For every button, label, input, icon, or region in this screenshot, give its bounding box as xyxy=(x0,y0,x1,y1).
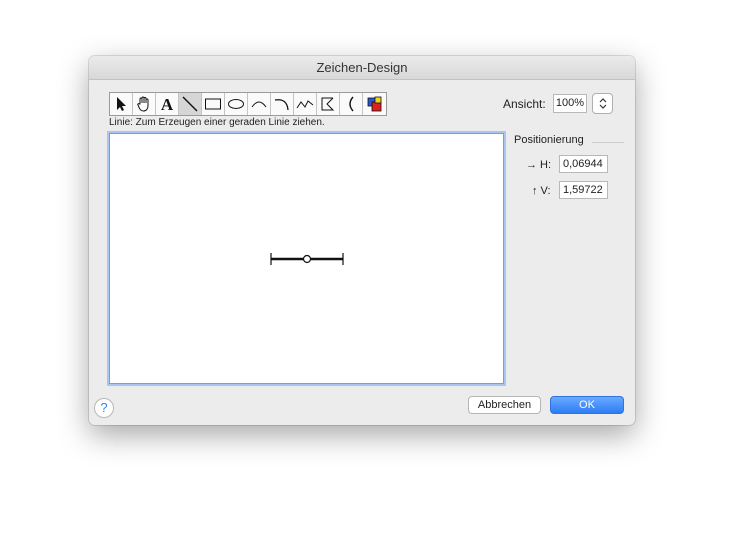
h-label: → H: xyxy=(526,159,552,171)
color-palette-icon xyxy=(367,96,381,112)
freeform-tool-icon xyxy=(296,100,314,109)
text-tool-icon: A xyxy=(161,95,174,113)
ok-button[interactable]: OK xyxy=(550,396,624,414)
tool-arc[interactable] xyxy=(248,93,271,115)
tool-hand[interactable] xyxy=(133,93,156,115)
tool-bracket[interactable] xyxy=(340,93,363,115)
drawing-design-dialog: Zeichen-Design A Linie: Zum Erzeugen ein… xyxy=(89,56,635,425)
help-button[interactable]: ? xyxy=(94,398,114,418)
tool-color[interactable] xyxy=(363,93,386,115)
dialog-title: Zeichen-Design xyxy=(89,56,635,80)
bracket-tool-icon xyxy=(349,96,354,112)
tool-select[interactable] xyxy=(110,93,133,115)
line-tool-icon xyxy=(182,96,198,112)
canvas-drawing xyxy=(270,253,344,265)
drawing-canvas[interactable] xyxy=(109,133,504,384)
rectangle-tool-icon xyxy=(205,98,221,110)
ellipse-tool-icon xyxy=(228,99,244,109)
tool-text[interactable]: A xyxy=(156,93,179,115)
tool-ellipse[interactable] xyxy=(225,93,248,115)
zoom-label: Ansicht: xyxy=(503,97,546,111)
positioning-divider xyxy=(592,142,624,143)
v-label: ↑ V: xyxy=(532,185,551,197)
zoom-field[interactable]: 100% xyxy=(553,94,587,113)
drawing-toolbar: A xyxy=(109,92,387,116)
chevron-up-down-icon xyxy=(599,98,606,109)
tool-curve[interactable] xyxy=(271,93,294,115)
h-position-field[interactable]: 0,06944 xyxy=(559,155,608,173)
svg-text:A: A xyxy=(161,95,174,113)
arrow-select-icon xyxy=(117,97,126,111)
tool-rectangle[interactable] xyxy=(202,93,225,115)
zoom-stepper[interactable] xyxy=(592,93,613,114)
arc-tool-icon xyxy=(251,101,267,108)
tool-hint: Linie: Zum Erzeugen einer geraden Linie … xyxy=(109,117,325,128)
line-midpoint-handle[interactable] xyxy=(302,254,312,264)
tool-line[interactable] xyxy=(179,93,202,115)
curve-tool-icon xyxy=(274,99,289,111)
polygon-tool-icon xyxy=(321,97,335,111)
cancel-button[interactable]: Abbrechen xyxy=(468,396,541,414)
hand-icon xyxy=(137,96,149,112)
v-position-field[interactable]: 1,59722 xyxy=(559,181,608,199)
positioning-title: Positionierung xyxy=(514,134,584,146)
tool-freeform[interactable] xyxy=(294,93,317,115)
tool-polygon[interactable] xyxy=(317,93,340,115)
